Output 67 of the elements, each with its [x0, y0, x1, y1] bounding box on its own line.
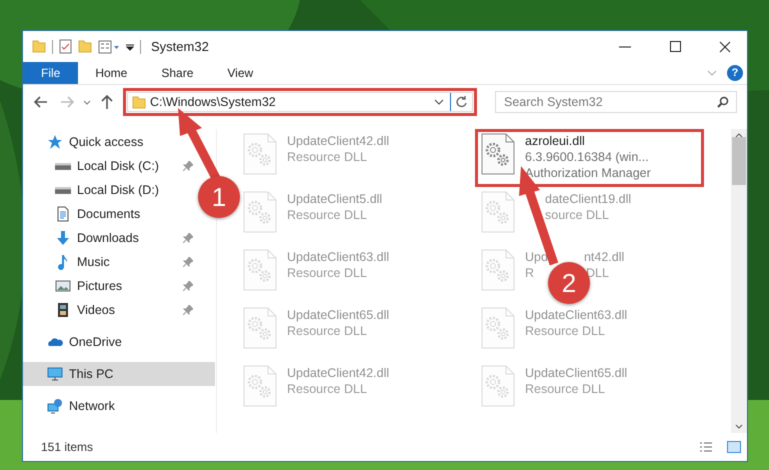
scroll-down-icon[interactable] [735, 424, 743, 429]
ribbon-tab[interactable]: File [23, 62, 78, 84]
file-name[interactable]: azroleui.dll [525, 133, 585, 149]
address-field[interactable]: C:\Windows\System32 [127, 92, 473, 112]
pin-icon[interactable] [183, 257, 193, 267]
dropdown-icon[interactable] [126, 42, 134, 50]
computer-icon [47, 366, 63, 382]
nav-item[interactable]: Pictures [23, 274, 197, 298]
nav-item[interactable]: Videos [23, 298, 197, 322]
scroll-up-icon[interactable] [735, 133, 743, 138]
search-field[interactable]: Search System32 [495, 91, 737, 113]
folder-icon [132, 96, 146, 108]
document-icon [55, 206, 71, 222]
file-detail: Resource DLL [287, 265, 367, 281]
pin-icon[interactable] [183, 305, 193, 315]
picture-icon [55, 278, 71, 294]
ribbon-tab[interactable]: View [210, 62, 270, 84]
expand-ribbon-icon[interactable] [707, 70, 717, 76]
pin-icon[interactable] [183, 161, 193, 171]
nav-item[interactable]: Documents [23, 202, 197, 226]
drive-icon [55, 186, 71, 194]
network-icon [47, 398, 63, 414]
ribbon-tab[interactable]: Home [78, 62, 144, 84]
file-detail: Authorization Manager [525, 165, 651, 181]
file-detail: Resource DLL [287, 207, 367, 223]
file-detail: Resource DLL [525, 323, 605, 339]
ribbon-tab[interactable]: Share [144, 62, 210, 84]
nav-item[interactable]: Music [23, 250, 197, 274]
scrollbar[interactable] [731, 129, 747, 433]
nav-item[interactable]: Local Disk (D:) [23, 178, 197, 202]
up-arrow-icon [101, 95, 113, 109]
file-detail: 6.3.9600.16384 (win... [525, 149, 649, 165]
properties-icon[interactable] [59, 39, 72, 54]
maximize-icon [670, 41, 680, 52]
nav-item[interactable]: OneDrive [23, 330, 215, 354]
file-detail: Resource DLL [287, 381, 367, 397]
nav-item[interactable]: This PC [23, 362, 215, 386]
window-title: System32 [151, 39, 209, 54]
recent-locations-icon[interactable] [83, 100, 91, 104]
search-icon[interactable] [717, 96, 729, 108]
scrollbar-thumb[interactable] [732, 137, 746, 185]
item-count: 151 items [41, 440, 94, 454]
pin-icon[interactable] [183, 281, 193, 291]
file-detail: Resource DLL [287, 149, 367, 165]
close-icon [719, 40, 731, 52]
customize-icon[interactable] [98, 40, 120, 54]
nav-item[interactable]: Network [23, 394, 215, 418]
details-view-icon[interactable] [699, 441, 713, 453]
back-arrow-icon [34, 96, 48, 108]
nav-item[interactable]: Downloads [23, 226, 197, 250]
refresh-icon [456, 96, 468, 108]
dropdown-icon[interactable] [434, 99, 444, 105]
file-detail: R [525, 265, 534, 281]
large-icons-view-icon[interactable] [727, 441, 741, 453]
file-detail: Resource DLL [525, 381, 605, 397]
forward-arrow-icon [60, 96, 74, 108]
file-detail: Resource DLL [287, 323, 367, 339]
file-detail: source DLL [545, 207, 609, 223]
help-button[interactable]: ? [727, 65, 743, 81]
minimize-icon [619, 46, 631, 48]
nav-item[interactable]: Quick access [23, 130, 215, 154]
drive-icon [55, 162, 71, 170]
pin-icon[interactable] [183, 233, 193, 243]
nav-item[interactable]: Local Disk (C:) [23, 154, 197, 178]
star-icon [47, 134, 63, 150]
film-icon [55, 302, 71, 318]
download-arrow-icon [55, 230, 71, 246]
